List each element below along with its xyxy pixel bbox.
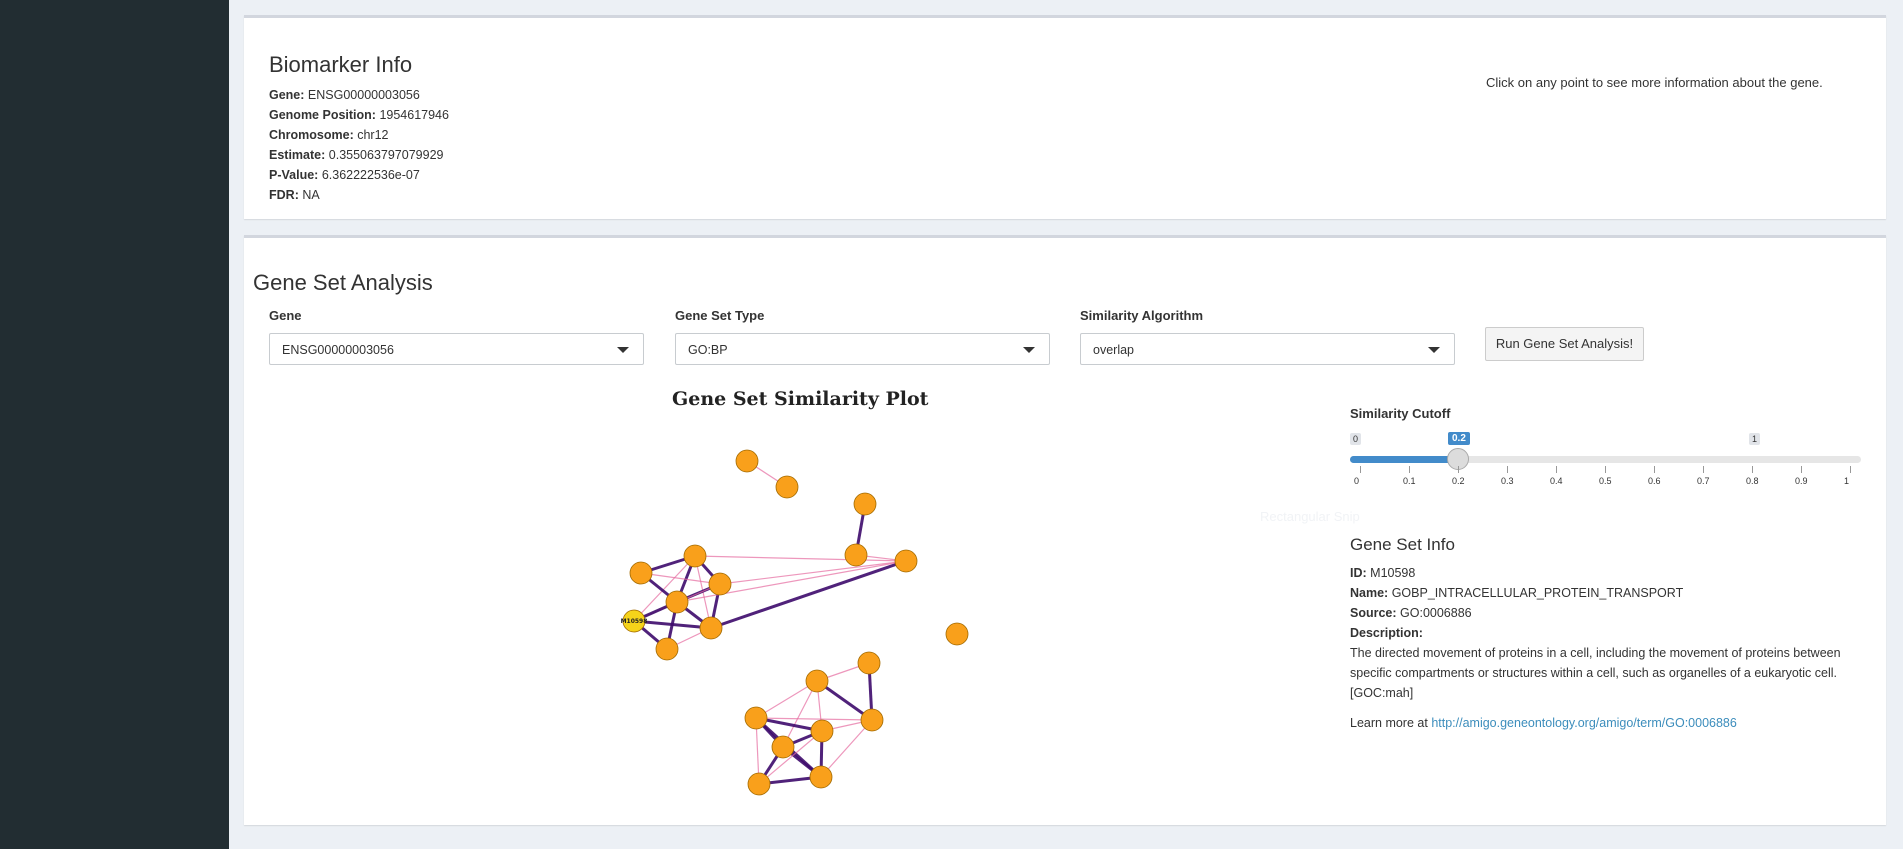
snip-tooltip: Rectangular Snip [1260,509,1360,524]
sidebar [0,0,229,849]
gene-label: Gene [269,308,302,323]
similarity-algorithm-label: Similarity Algorithm [1080,308,1204,323]
slider-grid-label: 0.7 [1697,476,1710,486]
network-node[interactable] [699,616,723,640]
slider-tick [1703,466,1704,473]
slider-max-label: 1 [1749,433,1761,445]
slider-tick [1654,466,1655,473]
slider-grid-label: 0.2 [1452,476,1465,486]
chevron-down-icon [1023,347,1035,353]
network-node[interactable] [860,708,884,732]
slider-grid-label: 0.8 [1746,476,1759,486]
gene-set-type-select[interactable]: GO:BP [675,333,1050,365]
biomarker-field: Genome Position: 1954617946 [269,108,449,122]
biomarker-field: P-Value: 6.362222536e-07 [269,168,420,182]
gene-set-description-label: Description: [1350,626,1423,640]
slider-tick [1360,466,1361,473]
network-edge [719,560,907,585]
network-node[interactable] [810,719,834,743]
slider-tick [1801,466,1802,473]
network-node[interactable] [629,561,653,585]
gene-select-value: ENSG00000003056 [282,343,394,357]
slider-grid-label: 0.5 [1599,476,1612,486]
biomarker-field: Estimate: 0.355063797079929 [269,148,444,162]
gene-set-id: ID: M10598 [1350,566,1416,580]
similarity-algorithm-value: overlap [1093,343,1134,357]
network-node[interactable] [844,543,868,567]
gene-set-description: The directed movement of proteins in a c… [1350,646,1841,700]
network-edge [710,559,907,630]
similarity-algorithm-select[interactable]: overlap [1080,333,1455,365]
slider-tick [1752,466,1753,473]
gene-set-type-value: GO:BP [688,343,728,357]
network-node[interactable] [655,637,679,661]
network-node[interactable] [853,492,877,516]
chevron-down-icon [617,347,629,353]
biomarker-title: Biomarker Info [269,52,413,77]
biomarker-field: Chromosome: chr12 [269,128,389,142]
slider-grid-label: 1 [1844,476,1850,486]
slider-value-label: 0.2 [1448,432,1470,445]
network-node[interactable] [747,772,771,796]
gene-set-info-title: Gene Set Info [1350,535,1455,554]
amigo-link[interactable]: http://amigo.geneontology.org/amigo/term… [1431,716,1737,730]
biomarker-field: FDR: NA [269,188,320,202]
gene-set-network[interactable]: M10598 [600,430,980,810]
network-node[interactable] [857,651,881,675]
slider-grid-label: 0.1 [1403,476,1416,486]
slider-tick [1556,466,1557,473]
gene-set-name: Name: GOBP_INTRACELLULAR_PROTEIN_TRANSPO… [1350,586,1684,600]
slider-fill [1350,456,1458,463]
slider-tick [1605,466,1606,473]
gene-select[interactable]: ENSG00000003056 [269,333,644,365]
slider-grid-label: 0.9 [1795,476,1808,486]
network-edge [755,717,873,721]
gsa-title: Gene Set Analysis [253,270,433,295]
learn-more: Learn more at http://amigo.geneontology.… [1350,716,1737,730]
network-node[interactable] [744,706,768,730]
slider-min-label: 0 [1350,433,1362,445]
network-node[interactable] [735,449,759,473]
plot-title: Gene Set Similarity Plot [672,388,929,410]
network-node[interactable] [945,622,969,646]
network-node[interactable] [894,549,918,573]
network-node[interactable] [708,572,732,596]
chevron-down-icon [1428,347,1440,353]
network-node[interactable] [683,544,707,568]
biomarker-field: Gene: ENSG00000003056 [269,88,420,102]
click-hint: Click on any point to see more informati… [1486,75,1823,90]
network-node-label: M10598 [621,618,648,625]
network-node[interactable] [771,735,795,759]
network-node[interactable] [809,765,833,789]
gene-set-type-label: Gene Set Type [675,308,765,323]
slider-tick [1507,466,1508,473]
gene-set-analysis-box: Gene Set Analysis Gene ENSG00000003056 G… [244,235,1886,825]
run-gene-set-analysis-button[interactable]: Run Gene Set Analysis! [1485,327,1644,361]
slider-tick [1409,466,1410,473]
network-node[interactable] [665,590,689,614]
network-node[interactable] [775,475,799,499]
gene-set-source: Source: GO:0006886 [1350,606,1472,620]
slider-grid-label: 0.6 [1648,476,1661,486]
slider-tick [1850,466,1851,473]
slider-grid-label: 0 [1354,476,1360,486]
similarity-cutoff-label: Similarity Cutoff [1350,406,1451,421]
slider-tick [1458,466,1459,473]
slider-grid-label: 0.4 [1550,476,1563,486]
biomarker-info-box: Biomarker Info Gene: ENSG00000003056 Geno… [244,15,1886,219]
slider-grid-label: 0.3 [1501,476,1514,486]
network-node[interactable] [805,669,829,693]
